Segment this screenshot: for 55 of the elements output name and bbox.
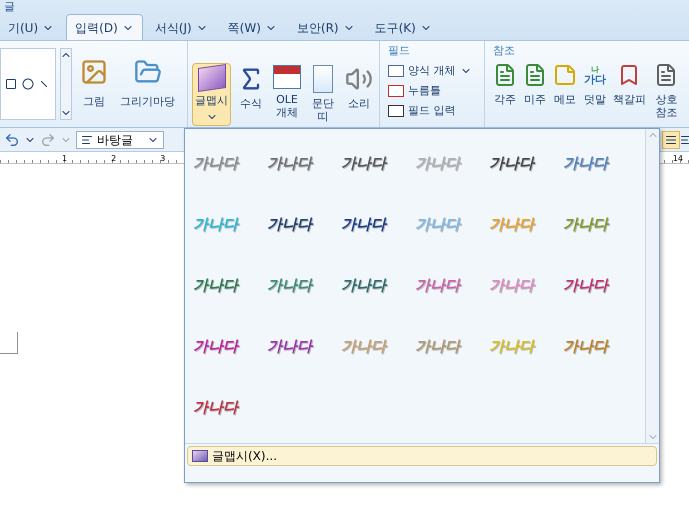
wordart-style[interactable]: 가나다 [267,271,341,299]
align-icon [680,134,689,146]
ribbon-tab[interactable]: 입력(D) [66,14,143,40]
ribbon-button[interactable]: 소리 [343,63,375,112]
rectangle-icon[interactable] [5,78,17,90]
ribbon-button[interactable]: OLE 개체 [271,63,303,121]
sticky-note-icon [552,63,577,87]
window-title: 글 [4,0,15,13]
justify-icon [665,134,677,146]
justify-button[interactable] [662,130,680,148]
ribbon-button[interactable]: 각주 [492,61,517,106]
ribbon-button[interactable]: 책갈피 [612,61,646,106]
scroll-arrows[interactable] [60,48,72,120]
ribbon-button[interactable]: 상호 참조 [652,61,681,119]
wordart-menu-button[interactable]: 글맵시(X)... [187,446,657,466]
page-corner-mark [0,332,18,354]
ribbon-button[interactable]: 수식 [235,63,267,112]
wordart-style[interactable]: 가나다 [193,271,267,299]
wordart-style[interactable]: 가나다 [267,210,341,238]
field-menu-item[interactable]: 누름틀 [388,81,476,101]
form-icon [388,65,404,77]
wordart-icon [192,450,208,462]
style-select[interactable]: 바탕글 [76,130,164,148]
wordart-icon [198,64,226,92]
ribbon-button[interactable]: 미주 [522,61,547,106]
ribbon-button[interactable]: 메모 [552,61,577,106]
click-field-icon [388,85,404,97]
ribbon-button[interactable]: 문단 띠 [307,63,339,125]
wordart-style[interactable]: 가나다 [193,332,267,360]
ruby-text-icon: 나 가다 [584,66,606,84]
picture-icon [80,58,108,86]
wordart-style[interactable]: 가나다 [341,210,415,238]
field-icon [388,105,404,117]
wordart-style[interactable]: 가나다 [267,332,341,360]
ribbon-tab[interactable]: 쪽(W) [220,16,285,40]
wordart-style[interactable]: 가나다 [563,271,637,299]
group-title: 참조 [492,43,516,59]
ribbon-button[interactable]: 그리기마당 [116,54,179,114]
undo-icon[interactable] [4,132,20,148]
ole-window-icon [273,65,301,89]
ribbon-tab[interactable]: 보안(R) [288,16,363,40]
field-menu-item[interactable]: 양식 개체 [388,61,476,81]
ribbon-tab[interactable]: 도구(K) [366,16,440,40]
group-title: 필드 [388,43,411,59]
ribbon-button[interactable]: 나 가다 덧말 [582,61,607,106]
ribbon-button[interactable]: 글맵시 [192,63,231,126]
ribbon-tab[interactable]: 기(U) [0,16,62,40]
wordart-style[interactable]: 가나다 [341,271,415,299]
paragraph-icon [81,134,93,146]
field-menu-item[interactable]: 필드 입력 [388,101,476,121]
wordart-style[interactable]: 가나다 [193,393,267,421]
paragraph-band-icon [313,65,333,93]
ellipse-icon[interactable] [22,78,34,90]
ribbon-tab[interactable]: 서식(J) [146,16,216,40]
ribbon-button[interactable]: 그림 [76,54,112,114]
